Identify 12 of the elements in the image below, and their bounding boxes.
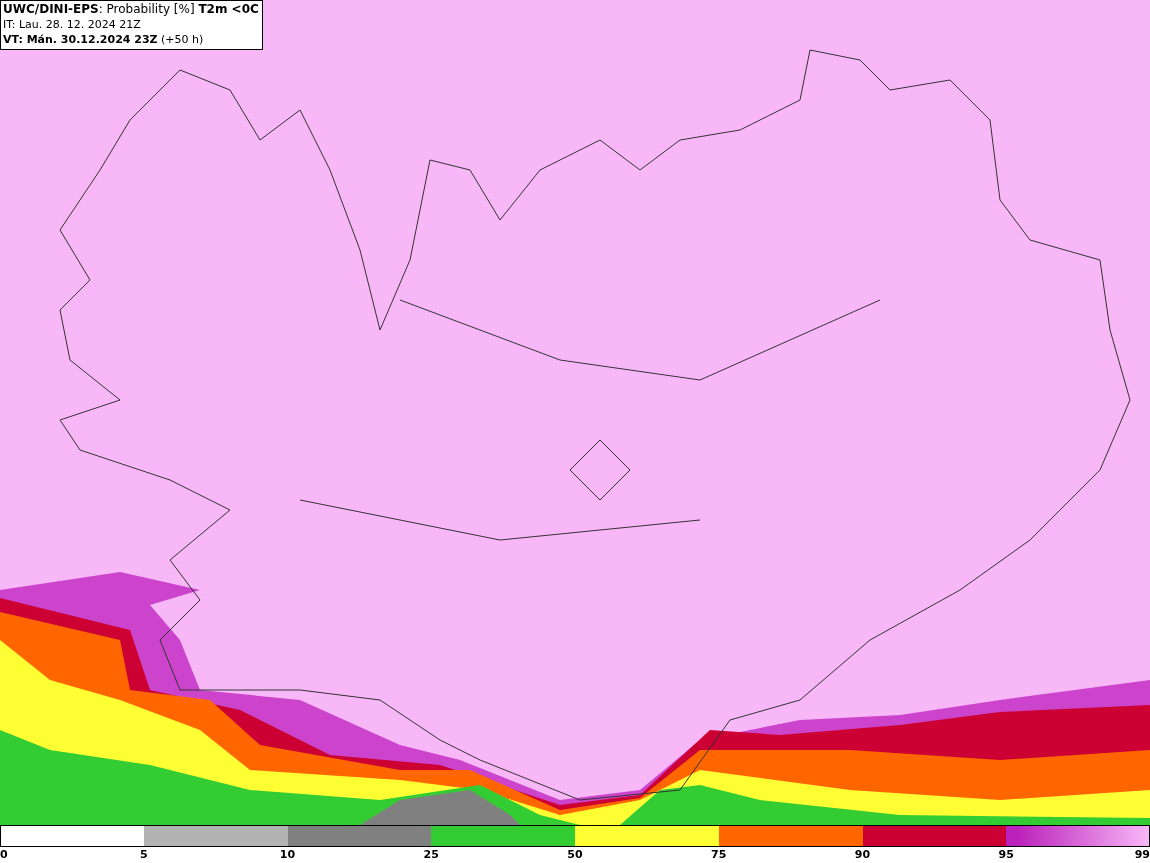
- map-title: UWC/DINI-EPS: Probability [%] T2m <0C: [3, 2, 259, 17]
- legend-tick-label: 10: [279, 847, 296, 863]
- legend-tick-label: 5: [139, 847, 148, 863]
- legend-tick-label: 90: [854, 847, 871, 863]
- legend-tick-label: 75: [711, 847, 727, 863]
- init-time: IT: Lau. 28. 12. 2024 21Z: [3, 17, 142, 32]
- valid-time: VT: Mán. 30.12.2024 23Z (+50 h): [3, 32, 205, 47]
- legend-tick-label: 0: [0, 847, 8, 863]
- legend-tick-label: 25: [423, 847, 439, 863]
- legend-tick-label: 99: [1134, 847, 1150, 863]
- legend-tick-label: 50: [567, 847, 583, 863]
- legend-tick-label: 95: [998, 847, 1014, 863]
